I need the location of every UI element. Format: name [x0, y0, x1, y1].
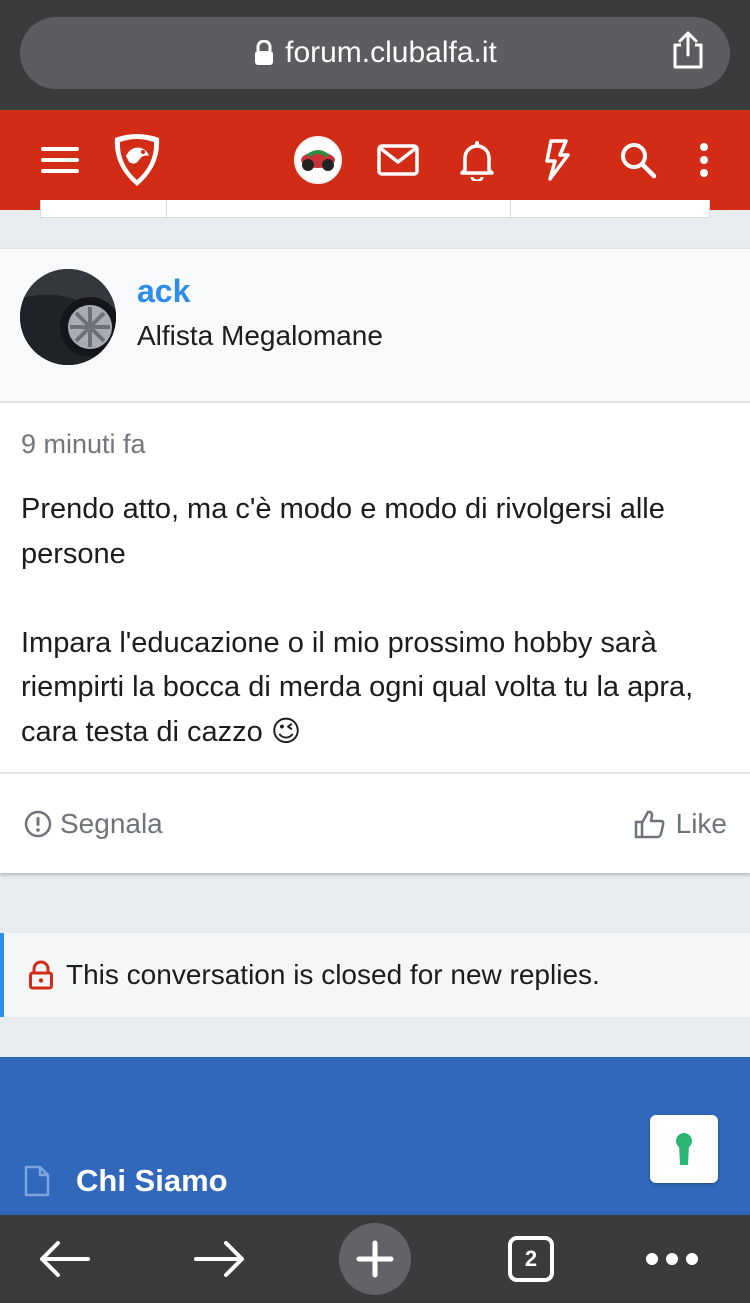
- author-rank: Alfista Megalomane: [137, 320, 383, 351]
- share-icon[interactable]: [670, 30, 706, 70]
- post-author-header: ack Alfista Megalomane: [0, 249, 750, 403]
- forward-arrow-icon[interactable]: [184, 1223, 256, 1295]
- post-timestamp[interactable]: 9 minuti fa: [21, 429, 146, 460]
- browser-toolbar: forum.clubalfa.it: [0, 0, 750, 110]
- footer-link-label: Chi Siamo: [76, 1163, 228, 1198]
- new-tab-button[interactable]: [339, 1223, 411, 1295]
- password-manager-button[interactable]: [650, 1115, 718, 1183]
- user-avatar[interactable]: [294, 136, 342, 184]
- site-footer: Chi Siamo: [0, 1057, 750, 1217]
- post-card: ack Alfista Megalomane 9 minuti fa Prend…: [0, 248, 750, 873]
- notice-text: This conversation is closed for new repl…: [66, 959, 600, 990]
- more-icon[interactable]: [694, 138, 714, 182]
- more-horizontal-icon[interactable]: [636, 1223, 708, 1295]
- report-label: Segnala: [60, 808, 163, 839]
- tabs-button[interactable]: 2: [495, 1223, 567, 1295]
- back-arrow-icon[interactable]: [28, 1223, 100, 1295]
- post-paragraph: Impara l'educazione o il mio prossimo ho…: [21, 621, 721, 755]
- bell-icon[interactable]: [458, 138, 496, 182]
- post-actions: Segnala Like: [0, 772, 750, 874]
- post-content: Prendo atto, ma c'è modo e modo di rivol…: [21, 487, 721, 754]
- document-icon: [24, 1165, 50, 1197]
- address-bar[interactable]: forum.clubalfa.it: [20, 17, 730, 89]
- post-text: Impara l'educazione o il mio prossimo ho…: [21, 626, 694, 748]
- closed-conversation-notice: This conversation is closed for new repl…: [0, 933, 750, 1017]
- plus-icon: [339, 1223, 411, 1295]
- url-text: forum.clubalfa.it: [285, 36, 497, 69]
- search-icon[interactable]: [618, 138, 658, 182]
- like-button[interactable]: Like: [634, 808, 727, 840]
- site-header: [0, 110, 750, 210]
- author-avatar[interactable]: [20, 269, 116, 365]
- browser-bottom-toolbar: 2: [0, 1215, 750, 1303]
- winking-emoji: 😉: [270, 715, 302, 748]
- lock-icon: [253, 39, 275, 66]
- author-name[interactable]: ack: [137, 273, 190, 310]
- tab-count: 2: [508, 1236, 554, 1282]
- thumbs-up-icon: [634, 809, 666, 839]
- mail-icon[interactable]: [376, 138, 420, 182]
- lock-icon: [28, 960, 54, 990]
- keyhole-icon: [673, 1131, 695, 1167]
- activity-icon[interactable]: [541, 138, 573, 182]
- alert-circle-icon: [24, 810, 52, 838]
- footer-link-chi-siamo[interactable]: Chi Siamo: [24, 1163, 228, 1199]
- like-label: Like: [675, 808, 727, 839]
- report-button[interactable]: Segnala: [24, 808, 163, 840]
- site-logo[interactable]: [110, 130, 164, 190]
- menu-icon[interactable]: [40, 138, 80, 182]
- post-paragraph: Prendo atto, ma c'è modo e modo di rivol…: [21, 493, 665, 570]
- pagination-remnant: [40, 200, 710, 218]
